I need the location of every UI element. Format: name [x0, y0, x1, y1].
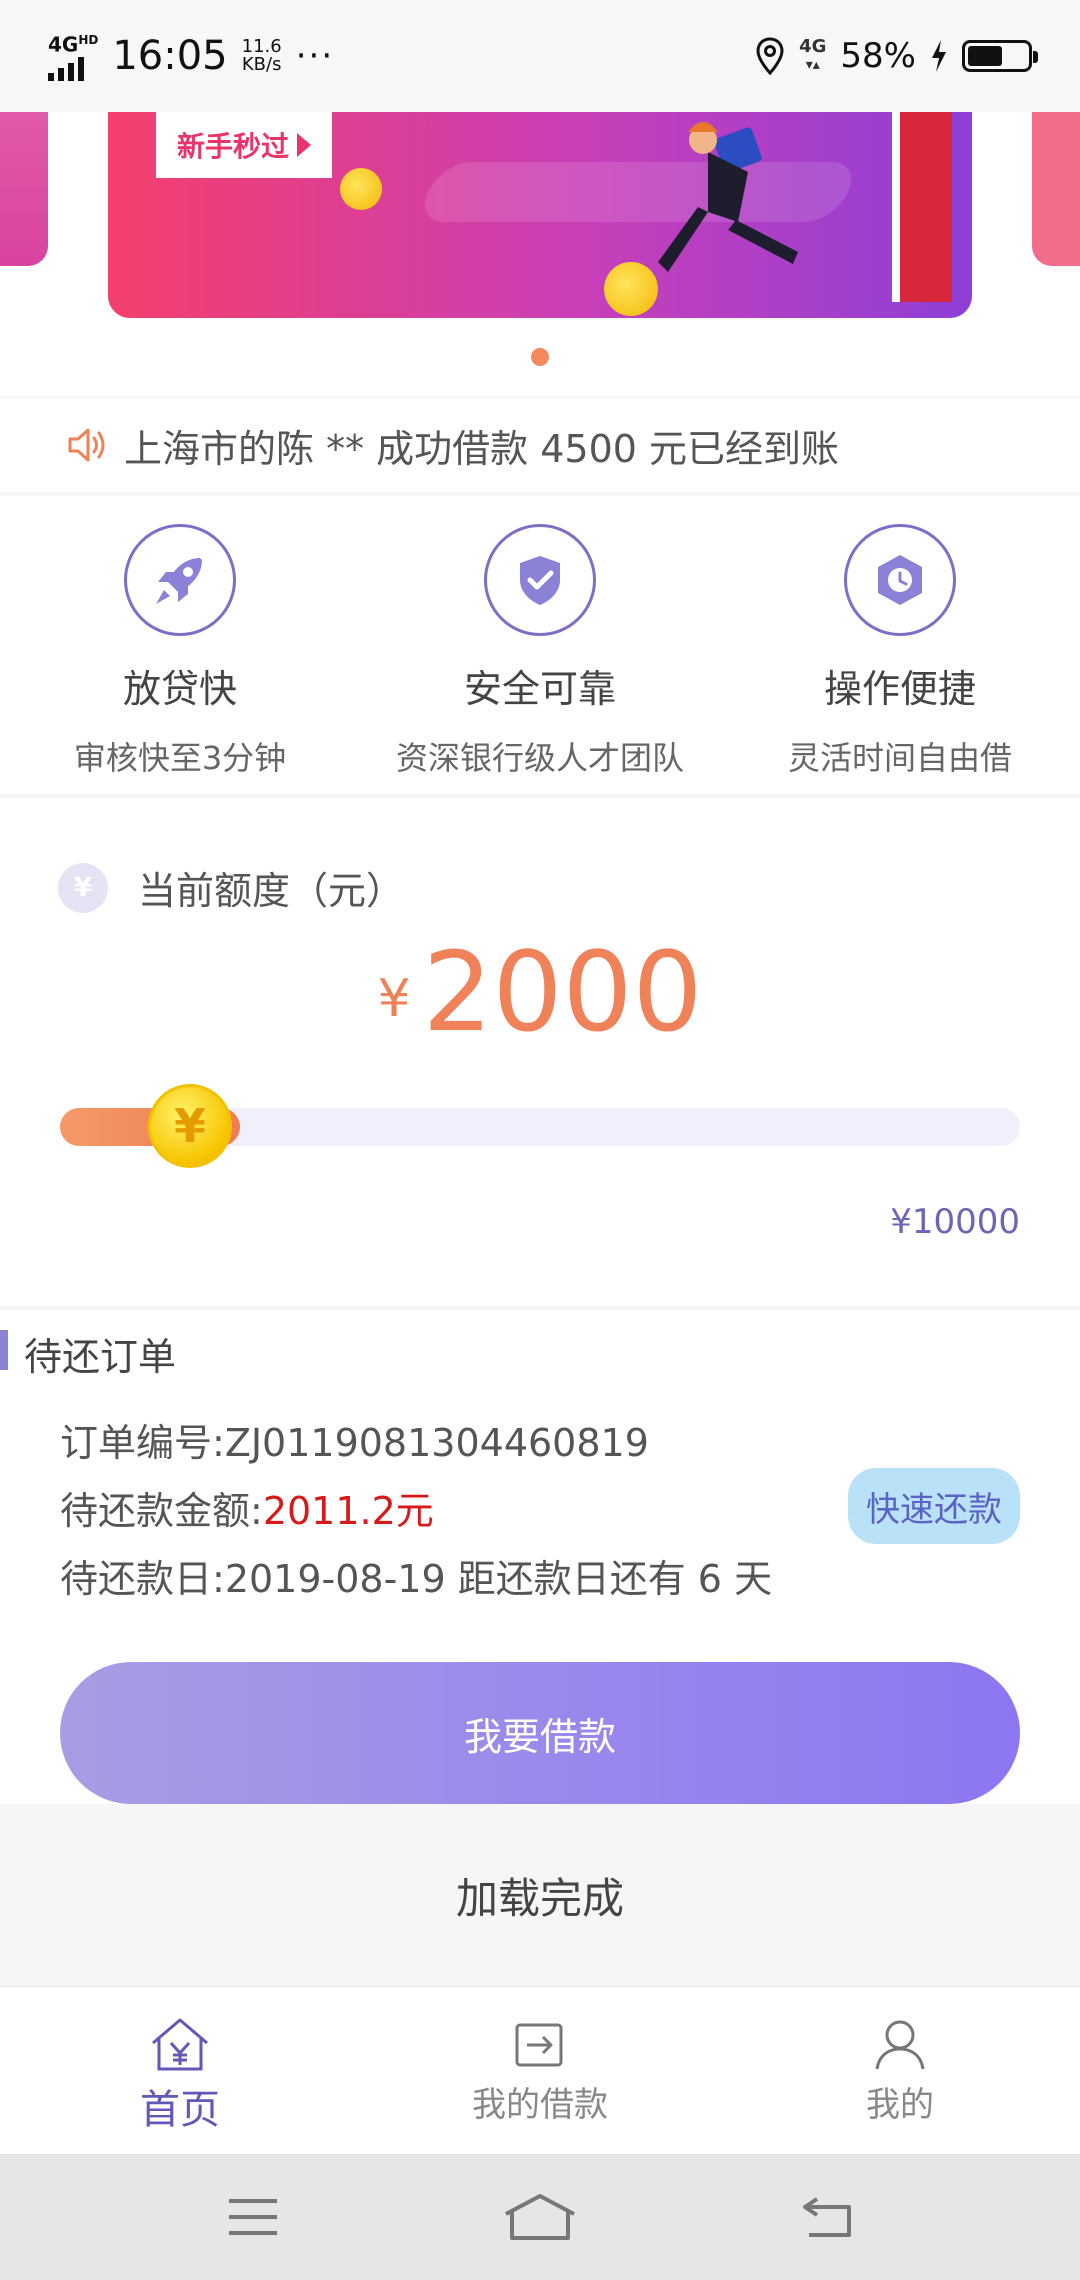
currency-symbol: ¥	[377, 969, 411, 1029]
feature-icon-circle	[484, 524, 596, 636]
credit-limit-value: 2000	[422, 928, 703, 1056]
tab-my-loans-label: 我的借款	[472, 2085, 608, 2125]
order-number-value: ZJ0119081304460819	[224, 1421, 649, 1465]
credit-limit-amount: ¥2000	[0, 928, 1080, 1056]
borrow-button[interactable]: 我要借款	[60, 1662, 1020, 1804]
signal-icon	[48, 53, 98, 82]
banner-slide-previous[interactable]	[0, 112, 48, 266]
feature-title: 操作便捷	[823, 667, 976, 711]
credit-limit-header: ¥ 当前额度（元）	[58, 860, 404, 915]
repay-amount-value: 2011.2元	[262, 1489, 434, 1533]
feature-subtitle: 资深银行级人才团队	[395, 739, 684, 777]
profile-icon	[875, 2020, 925, 2070]
clock-icon	[878, 555, 922, 605]
net-speed-unit: KB/s	[241, 54, 282, 75]
play-arrow-icon	[297, 133, 311, 157]
menu-icon	[229, 2199, 278, 2235]
data-arrows-icon: ▾▴	[805, 57, 820, 73]
banner-carousel[interactable]: 新手秒过	[0, 112, 1080, 396]
home-nav-button[interactable]	[495, 2182, 585, 2252]
status-bar: 4GHD 16:05 11.6 KB/s ··· 4G ▾▴ 58%	[0, 0, 1080, 112]
battery-percent: 58%	[840, 36, 916, 76]
feature-icon-circle	[124, 524, 236, 636]
charging-icon	[932, 40, 946, 72]
due-date-value: 2019-08-19 距还款日还有 6 天	[224, 1557, 773, 1601]
menu-nav-button[interactable]	[208, 2182, 298, 2252]
tab-home[interactable]: 首页	[0, 1987, 360, 2154]
order-number-line: 订单编号:ZJ0119081304460819	[60, 1412, 649, 1467]
rocket-icon	[156, 558, 202, 604]
pending-order-section: 待还订单 订单编号:ZJ0119081304460819 待还款金额:2011.…	[0, 1310, 1080, 1804]
carousel-page-indicator	[531, 348, 549, 366]
section-marker	[0, 1330, 8, 1370]
shield-check-icon	[520, 556, 560, 605]
banner-slide-next[interactable]	[1032, 112, 1080, 266]
section-title: 待还订单	[24, 1335, 177, 1379]
bottom-tab-bar: 首页 我的借款 我的	[0, 1986, 1080, 2154]
banner-slide-current[interactable]: 新手秒过	[108, 112, 972, 318]
tab-profile[interactable]: 我的	[720, 1987, 1080, 2154]
more-notifications-icon: ···	[295, 36, 335, 76]
data-indicator: 4G ▾▴	[799, 38, 826, 74]
feature-subtitle: 审核快至3分钟	[73, 739, 287, 777]
banner-badge-text: 新手秒过	[176, 130, 289, 163]
repay-amount-line: 待还款金额:2011.2元	[60, 1480, 434, 1535]
repay-amount-label: 待还款金额:	[60, 1489, 263, 1533]
due-date-label: 待还款日:	[60, 1557, 225, 1601]
feature-highlights: 放贷快 审核快至3分钟 安全可靠 资深银行级人才团队 操作便捷 灵活时间自由借	[0, 496, 1080, 794]
feature-fast-loan: 放贷快 审核快至3分钟	[0, 496, 360, 794]
feature-secure: 安全可靠 资深银行级人才团队	[360, 496, 720, 794]
location-icon	[756, 37, 784, 76]
announcement-bar: 上海市的陈 ** 成功借款 4500 元已经到账	[0, 398, 1080, 492]
data-label: 4G	[799, 36, 827, 57]
net-speed: 11.6 KB/s	[242, 38, 282, 74]
due-date-line: 待还款日:2019-08-19 距还款日还有 6 天	[60, 1548, 772, 1603]
back-nav-button[interactable]	[782, 2182, 872, 2252]
back-icon	[802, 2197, 851, 2237]
status-right: 4G ▾▴ 58%	[755, 36, 1038, 76]
feature-subtitle: 灵活时间自由借	[787, 739, 1012, 777]
battery-icon	[962, 40, 1038, 72]
load-complete-text: 加载完成	[0, 1806, 1080, 1984]
home-yen-icon	[152, 2018, 208, 2071]
order-number-label: 订单编号:	[60, 1421, 225, 1465]
credit-limit-max: ¥10000	[890, 1202, 1020, 1242]
announcement-text: 上海市的陈 ** 成功借款 4500 元已经到账	[124, 426, 840, 471]
quick-repay-button[interactable]: 快速还款	[848, 1468, 1020, 1544]
amount-slider-thumb[interactable]: ¥	[148, 1084, 232, 1168]
feature-icon-circle	[844, 524, 956, 636]
network-label: 4G	[48, 32, 79, 57]
credit-limit-label: 当前额度（元）	[138, 869, 405, 913]
credit-limit-card: ¥ 当前额度（元） ¥2000 ¥ ¥10000	[0, 798, 1080, 1306]
network-indicator: 4GHD	[48, 31, 98, 82]
yen-icon: ¥	[58, 862, 108, 913]
speaker-icon	[68, 428, 105, 462]
my-loans-icon	[515, 2023, 563, 2067]
feature-easy: 操作便捷 灵活时间自由借	[720, 496, 1080, 794]
clock-time: 16:05	[112, 33, 228, 79]
battery-fill	[968, 46, 1002, 66]
home-nav-icon	[505, 2194, 575, 2240]
runner-illustration	[658, 122, 798, 272]
feature-title: 安全可靠	[463, 667, 616, 711]
tab-my-loans[interactable]: 我的借款	[360, 1987, 720, 2154]
system-nav-bar	[0, 2154, 1080, 2280]
feature-title: 放贷快	[122, 667, 237, 711]
banner-door	[892, 112, 952, 302]
tab-profile-label: 我的	[866, 2085, 934, 2125]
status-left: 4GHD 16:05 11.6 KB/s ···	[48, 31, 334, 82]
coin-icon	[340, 168, 382, 210]
network-sup: HD	[78, 32, 99, 47]
banner-badge: 新手秒过	[156, 112, 332, 178]
tab-home-label: 首页	[140, 2087, 220, 2133]
